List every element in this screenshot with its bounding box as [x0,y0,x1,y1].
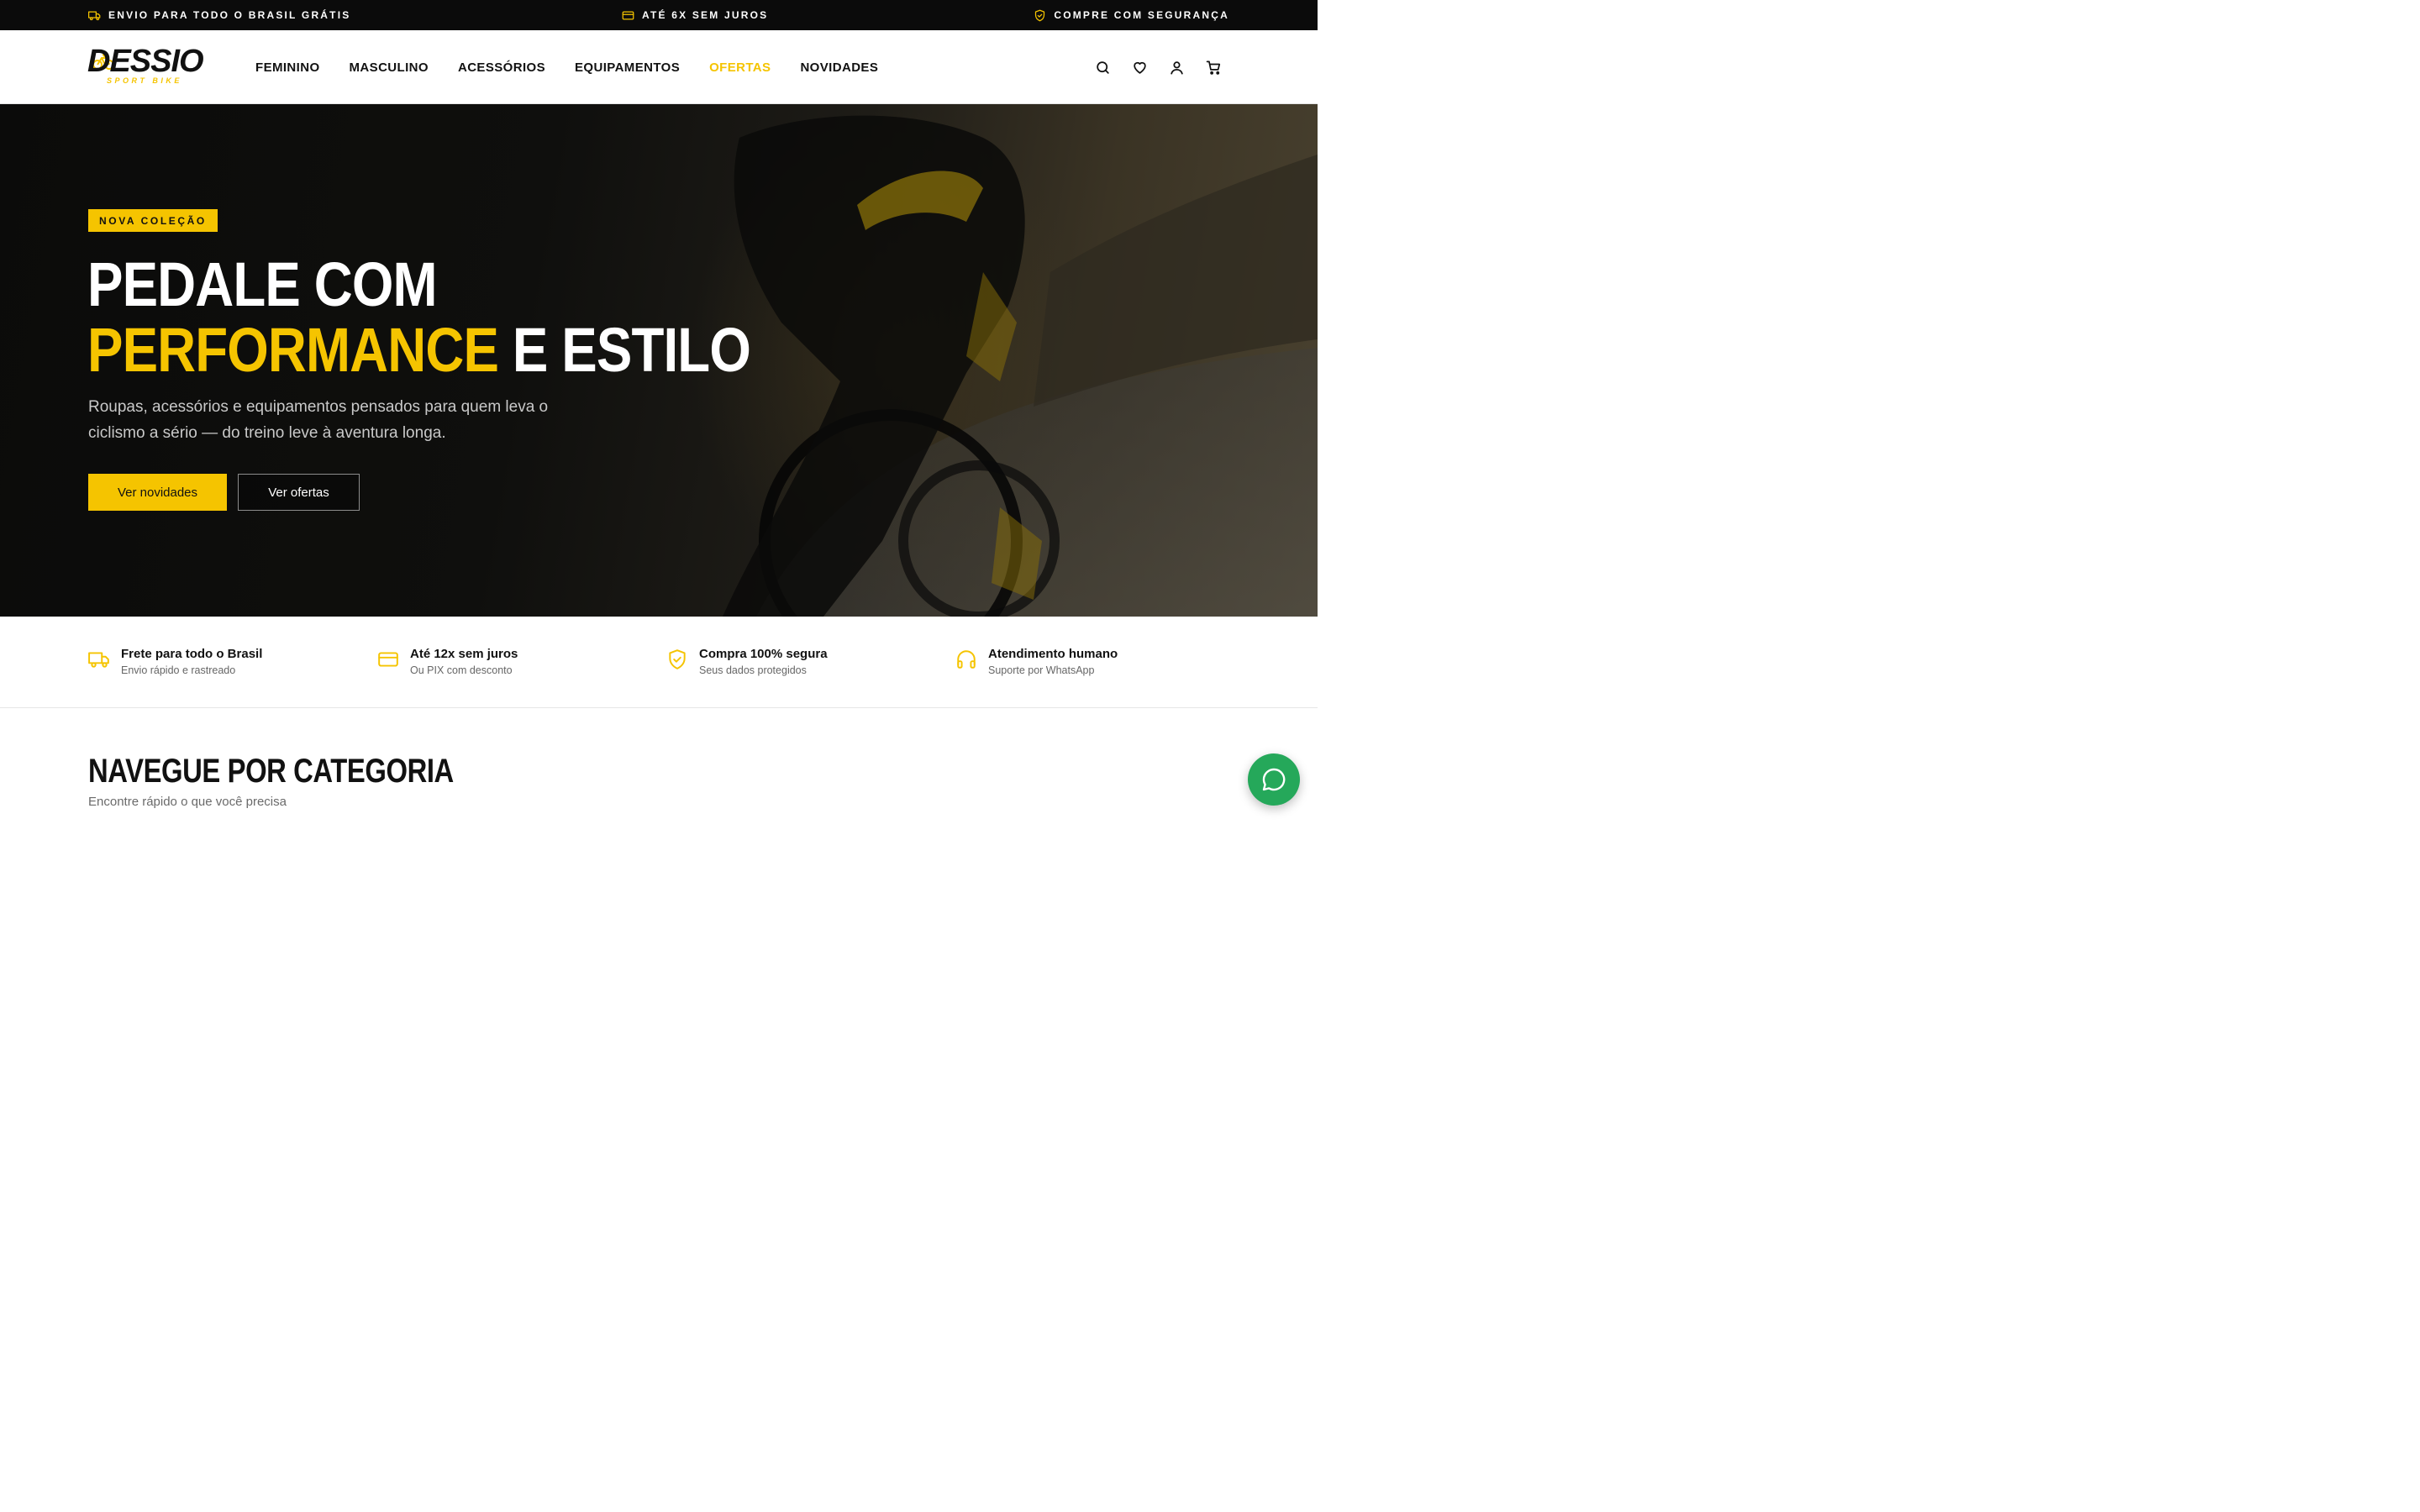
cart-button[interactable] [1206,60,1222,76]
search-icon [1097,60,1109,74]
promo-security-text: COMPRE COM SEGURANÇA [1054,9,1229,21]
header-actions [1095,30,1222,104]
hero-title-highlight: PERFORMANCE [87,315,499,385]
credit-card-icon [378,652,398,667]
brand-name: DESSIO [87,44,204,79]
view-offers-button[interactable]: Ver ofertas [238,474,360,511]
user-icon [1171,60,1183,74]
brand-logo[interactable]: DESSIO SPORT BIKE [87,44,213,87]
truck-icon [88,652,109,668]
whatsapp-chat-button[interactable] [1248,753,1300,806]
view-new-arrivals-button[interactable]: Ver novidades [88,474,227,511]
category-section-subtitle: Encontre rápido o que você precisa [88,795,287,809]
nav-item-novidades[interactable]: NOVIDADES [800,60,878,75]
feature-subtitle: Ou PIX com desconto [410,664,513,676]
hero-title: PEDALE COM PERFORMANCE E ESTILO [87,249,751,385]
feature-shipping: Frete para todo o Brasil Envio rápido e … [88,647,262,676]
chat-bubble-icon [1262,768,1286,791]
shield-check-icon [669,649,686,669]
hero-subtitle: Roupas, acessórios e equipamentos pensad… [88,398,549,442]
main-nav: FEMININO MASCULINO ACESSÓRIOS EQUIPAMENT… [255,30,878,104]
feature-title: Frete para todo o Brasil [121,647,263,661]
promo-installments: ATÉ 6X SEM JUROS [622,0,768,30]
site-header: DESSIO SPORT BIKE FEMININO MASCULINO ACE… [0,30,1318,104]
headphones-icon [957,650,976,669]
feature-subtitle: Envio rápido e rastreado [121,664,236,676]
feature-title: Compra 100% segura [699,647,828,661]
nav-item-equipamentos[interactable]: EQUIPAMENTOS [575,60,680,75]
feature-subtitle: Suporte por WhatsApp [988,664,1095,676]
new-collection-badge: NOVA COLEÇÃO [88,209,218,232]
announcement-bar: ENVIO PARA TODO O BRASIL GRÁTIS ATÉ 6X S… [0,0,1318,30]
account-button[interactable] [1169,60,1185,76]
nav-item-ofertas[interactable]: OFERTAS [709,60,771,75]
promo-installments-text: ATÉ 6X SEM JUROS [642,9,769,21]
search-button[interactable] [1095,60,1111,76]
feature-support: Atendimento humano Suporte por WhatsApp [955,647,1118,676]
nav-item-acessorios[interactable]: ACESSÓRIOS [458,60,545,75]
heart-icon [1134,61,1146,74]
promo-security: COMPRE COM SEGURANÇA [1034,0,1229,30]
brand-tagline: SPORT BIKE [107,76,182,85]
promo-shipping: ENVIO PARA TODO O BRASIL GRÁTIS [88,0,350,30]
shield-check-icon [1035,9,1045,21]
feature-installments: Até 12x sem juros Ou PIX com desconto [377,647,518,676]
hero-banner: NOVA COLEÇÃO PEDALE COM PERFORMANCE E ES… [0,104,1318,617]
hero-title-rest: E ESTILO [498,315,751,385]
category-section-title: NAVEGUE POR CATEGORIA [88,753,454,790]
promo-shipping-text: ENVIO PARA TODO O BRASIL GRÁTIS [108,9,351,21]
wishlist-button[interactable] [1132,60,1148,76]
credit-card-icon [622,11,634,19]
features-strip: Frete para todo o Brasil Envio rápido e … [0,617,1318,708]
feature-subtitle: Seus dados protegidos [699,664,807,676]
truck-icon [88,11,101,20]
nav-item-feminino[interactable]: FEMININO [255,60,320,75]
nav-item-masculino[interactable]: MASCULINO [350,60,429,75]
cart-icon [1206,60,1221,75]
feature-secure: Compra 100% segura Seus dados protegidos [666,647,828,676]
feature-title: Atendimento humano [988,647,1118,661]
hero-title-line1: PEDALE COM [87,249,438,319]
feature-title: Até 12x sem juros [410,647,518,661]
